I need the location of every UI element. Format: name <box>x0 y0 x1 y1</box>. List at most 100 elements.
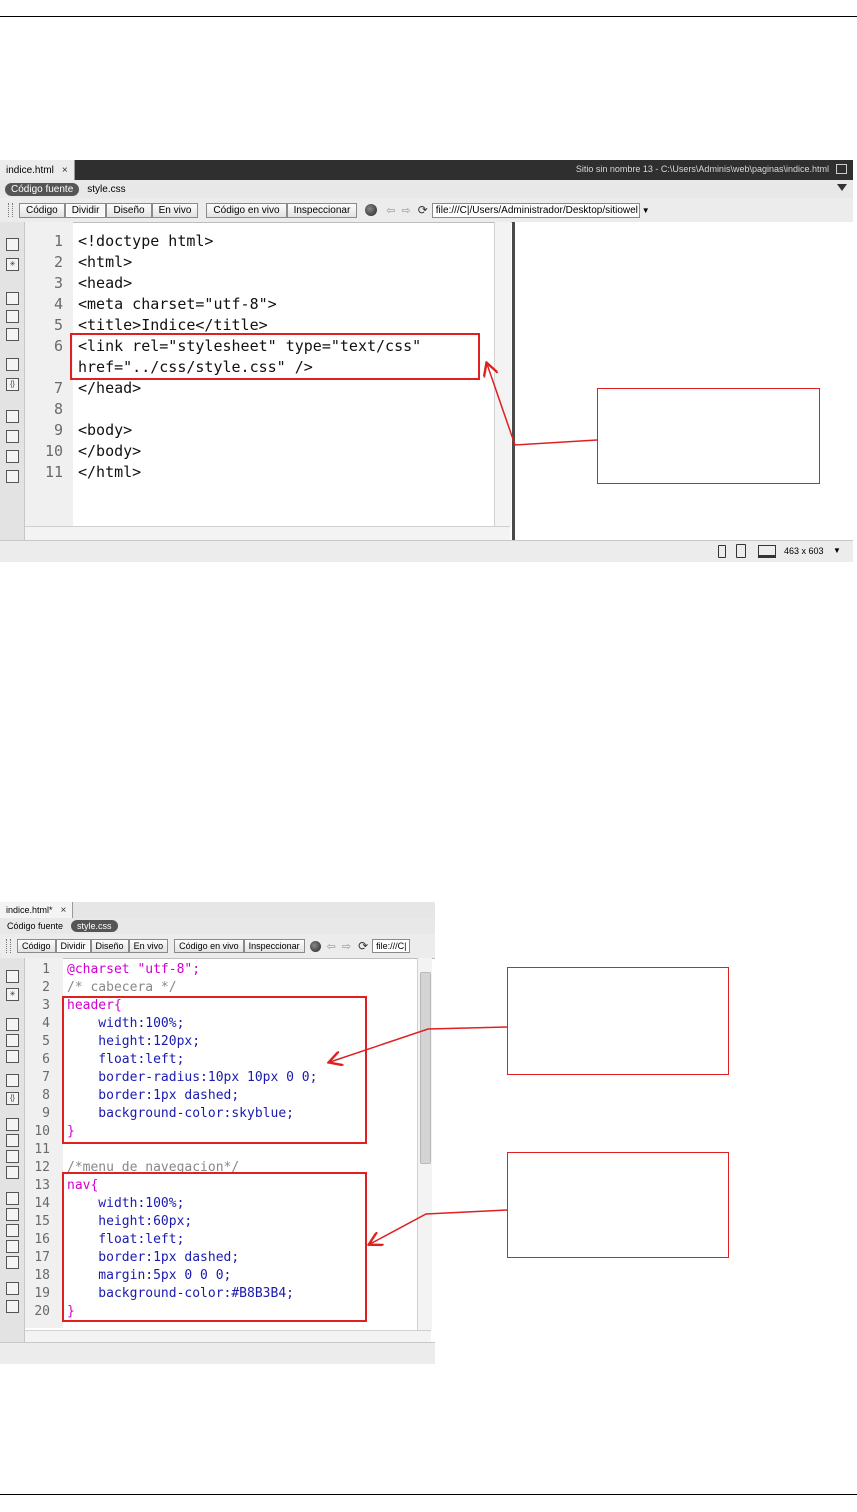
back-arrow-icon[interactable]: ⇦ <box>327 940 336 953</box>
balance-braces-icon[interactable]: {} <box>6 1092 19 1105</box>
close-icon[interactable]: × <box>61 905 67 916</box>
line-number: 10 <box>44 442 63 460</box>
address-field[interactable]: file:///C| <box>372 939 411 953</box>
highlight-invalid-icon[interactable] <box>6 1134 19 1147</box>
chevron-down-icon[interactable]: ▼ <box>833 546 841 555</box>
snippet-icon[interactable]: ✳ <box>6 258 19 271</box>
back-arrow-icon[interactable]: ⇦ <box>386 204 395 217</box>
split-view-button[interactable]: Dividir <box>64 202 107 218</box>
indent-code-icon[interactable] <box>6 1282 19 1295</box>
refresh-icon[interactable]: ⟳ <box>418 203 428 217</box>
recent-snippets-icon[interactable] <box>6 1240 19 1253</box>
tablet-icon[interactable] <box>736 544 746 558</box>
related-files-bar: Código fuente style.css <box>0 180 853 199</box>
toolbar-grip <box>8 203 13 217</box>
document-tab-bar: indice.html* × <box>0 902 435 919</box>
header-callout-box <box>507 967 729 1075</box>
highlight-invalid-icon[interactable] <box>6 430 19 443</box>
inspect-button[interactable]: Inspeccionar <box>243 939 305 953</box>
select-parent-tag-icon[interactable] <box>6 358 19 371</box>
move-css-icon[interactable] <box>6 1256 19 1269</box>
syntax-error-icon[interactable] <box>6 1166 19 1179</box>
line-number: 6 <box>42 1052 50 1067</box>
refresh-icon[interactable]: ⟳ <box>358 939 368 953</box>
tab-label: indice.html* <box>6 905 53 915</box>
related-file-source[interactable]: Código fuente <box>5 920 65 932</box>
collapse-full-tag-icon[interactable] <box>6 1018 19 1031</box>
coding-toolbar: ✳ {} <box>0 222 25 540</box>
restore-window-icon[interactable] <box>836 164 847 174</box>
forward-arrow-icon[interactable]: ⇨ <box>342 940 351 953</box>
line-number-gutter: 1 2 3 4 5 6 7 8 9 10 11 12 13 14 15 16 1… <box>25 958 63 1328</box>
browser-preview-icon[interactable] <box>365 204 378 216</box>
code-line: /* cabecera */ <box>67 980 177 995</box>
code-line: </body> <box>78 442 142 460</box>
expand-all-icon[interactable] <box>6 328 19 341</box>
wrap-tag-icon[interactable] <box>6 1224 19 1237</box>
highlight-header-rule-box <box>62 996 367 1144</box>
horizontal-scrollbar[interactable] <box>25 526 510 541</box>
inspect-button[interactable]: Inspeccionar <box>286 202 358 218</box>
snippet-icon[interactable]: ✳ <box>6 988 19 1001</box>
editor-screenshot-html: indice.html × Sitio sin nombre 13 - C:\U… <box>0 160 853 562</box>
collapse-selection-icon[interactable] <box>6 310 19 323</box>
tab-indice-html[interactable]: indice.html × <box>0 160 75 180</box>
line-number: 7 <box>53 379 63 397</box>
open-documents-icon[interactable] <box>6 970 19 983</box>
window-size-readout[interactable]: 463 x 603 <box>784 546 824 556</box>
design-view-button[interactable]: Diseño <box>106 202 152 218</box>
line-number: 15 <box>34 1214 50 1229</box>
address-field[interactable]: file:///C|/Users/Administrador/Desktop/s… <box>431 202 640 218</box>
related-file-style-css[interactable]: style.css <box>85 183 127 196</box>
browser-preview-icon[interactable] <box>309 940 321 952</box>
filter-icon[interactable] <box>837 184 847 191</box>
toolbar-grip <box>6 939 11 953</box>
live-view-button[interactable]: En vivo <box>151 202 199 218</box>
line-number: 18 <box>34 1268 50 1283</box>
apply-comment-icon[interactable] <box>6 1192 19 1205</box>
live-code-button[interactable]: Código en vivo <box>206 202 287 218</box>
live-view-button[interactable]: En vivo <box>128 939 169 953</box>
collapse-full-tag-icon[interactable] <box>6 292 19 305</box>
top-rule <box>0 16 857 17</box>
bottom-rule <box>0 1494 857 1495</box>
code-view-button[interactable]: Código <box>19 202 65 218</box>
forward-arrow-icon[interactable]: ⇨ <box>402 204 411 217</box>
desktop-icon[interactable] <box>758 545 776 558</box>
line-number: 4 <box>53 295 63 313</box>
code-editor[interactable]: <!doctype html> <html> <head> <meta char… <box>78 222 492 540</box>
line-number: 11 <box>34 1142 50 1157</box>
related-file-style-css[interactable]: style.css <box>71 920 118 932</box>
line-number: 17 <box>34 1250 50 1265</box>
scrollbar-thumb[interactable] <box>420 972 431 1164</box>
line-number: 5 <box>53 316 63 334</box>
syntax-error-icon[interactable] <box>6 470 19 483</box>
vertical-scrollbar[interactable] <box>417 958 432 1330</box>
related-files-bar: Código fuente style.css <box>0 918 435 935</box>
phone-icon[interactable] <box>718 545 726 558</box>
live-code-button[interactable]: Código en vivo <box>174 939 244 953</box>
line-numbers-icon[interactable] <box>6 1118 19 1131</box>
line-number: 1 <box>42 962 50 977</box>
code-line: <body> <box>78 421 133 439</box>
collapse-selection-icon[interactable] <box>6 1034 19 1047</box>
chevron-down-icon[interactable]: ▼ <box>642 206 650 215</box>
line-number: 8 <box>42 1088 50 1103</box>
remove-comment-icon[interactable] <box>6 1208 19 1221</box>
balance-braces-icon[interactable]: {} <box>6 378 19 391</box>
vertical-scrollbar[interactable] <box>494 222 511 526</box>
design-view-button[interactable]: Diseño <box>90 939 129 953</box>
code-view-button[interactable]: Código <box>17 939 56 953</box>
tab-indice-html[interactable]: indice.html* × <box>0 902 74 918</box>
split-view-button[interactable]: Dividir <box>55 939 91 953</box>
word-wrap-icon[interactable] <box>6 1150 19 1163</box>
word-wrap-icon[interactable] <box>6 450 19 463</box>
open-documents-icon[interactable] <box>6 238 19 251</box>
related-file-source[interactable]: Código fuente <box>5 182 80 196</box>
line-number-gutter: 1 2 3 4 5 6 7 8 9 10 11 <box>25 222 73 540</box>
select-parent-tag-icon[interactable] <box>6 1074 19 1087</box>
expand-all-icon[interactable] <box>6 1050 19 1063</box>
outdent-code-icon[interactable] <box>6 1300 19 1313</box>
close-icon[interactable]: × <box>62 165 68 176</box>
line-numbers-icon[interactable] <box>6 410 19 423</box>
